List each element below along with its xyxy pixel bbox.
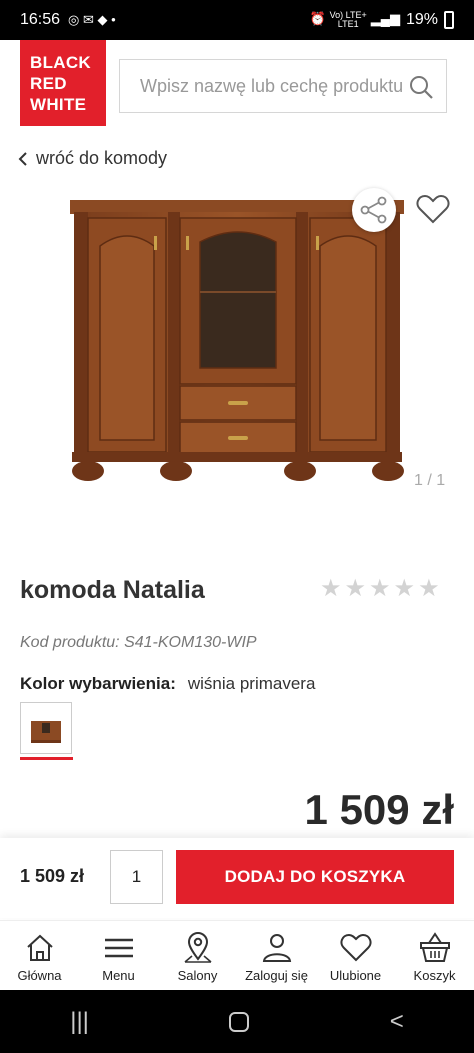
nav-item-cart[interactable]: Koszyk	[395, 921, 474, 990]
alarm-icon: ⏰	[309, 11, 326, 26]
battery-icon	[444, 11, 454, 29]
nav-label: Koszyk	[413, 968, 456, 983]
home-circle-icon[interactable]	[229, 1011, 250, 1032]
network-icons: ⏰ Vo) LTE+ LTE1 ▂▄▆	[309, 11, 400, 29]
nav-label: Zaloguj się	[245, 968, 308, 983]
lte-icon: Vo) LTE+ LTE1	[329, 10, 367, 29]
product-image[interactable]	[68, 196, 408, 486]
gallery-counter: 1 / 1	[414, 472, 446, 489]
logo-line-2: RED	[30, 74, 67, 93]
user-icon	[262, 934, 291, 962]
map-pin-icon	[183, 932, 212, 963]
heart-icon	[416, 194, 450, 224]
notification-icons: ◎ ✉ ◆ •	[68, 12, 116, 27]
nav-item-home[interactable]: Główna	[0, 921, 79, 990]
signal-icon: ▂▄▆	[370, 11, 400, 26]
buy-bar-price: 1 509 zł	[20, 866, 85, 886]
quantity-input[interactable]: 1	[110, 850, 163, 904]
nav-item-menu[interactable]: Menu	[79, 921, 158, 990]
rating-stars[interactable]: ★ ★ ★ ★ ★	[320, 574, 440, 603]
back-chevron-icon[interactable]: <	[390, 1008, 404, 1036]
color-row: Kolor wybarwienia: wiśnia primavera	[20, 674, 315, 694]
nav-label: Główna	[17, 968, 62, 983]
chevron-left-icon	[18, 151, 27, 166]
color-label: Kolor wybarwienia:	[20, 674, 176, 693]
logo-line-1: BLACK	[30, 53, 91, 72]
add-to-cart-button[interactable]: DODAJ DO KOSZYKA	[176, 850, 454, 904]
swatch-thumbnail	[31, 721, 61, 743]
status-bar: 16:56 ◎ ✉ ◆ • ⏰ Vo) LTE+ LTE1 ▂▄▆ 19%	[0, 0, 474, 40]
nav-item-favorites[interactable]: Ulubione	[316, 921, 395, 990]
recent-apps-icon[interactable]: |||	[70, 1008, 89, 1036]
brand-logo[interactable]: BLACK RED WHITE	[20, 40, 106, 126]
product-title: komoda Natalia	[20, 576, 205, 604]
product-code-value: S41-KOM130-WIP	[124, 634, 257, 651]
status-right: ⏰ Vo) LTE+ LTE1 ▂▄▆ 19%	[309, 11, 454, 29]
favorite-button[interactable]	[414, 190, 452, 228]
bottom-nav: Główna Menu Salony Zaloguj się Ulubione	[0, 920, 474, 990]
basket-icon	[419, 932, 450, 962]
back-link[interactable]: wróć do komody	[18, 148, 167, 169]
android-nav-bar: ||| <	[0, 990, 474, 1053]
star-icon: ★	[320, 575, 342, 602]
share-button[interactable]	[352, 188, 396, 232]
star-icon: ★	[344, 575, 367, 602]
product-code-label: Kod produktu:	[20, 634, 120, 651]
menu-icon	[104, 938, 133, 958]
star-icon: ★	[393, 575, 416, 602]
logo-line-3: WHITE	[30, 95, 87, 114]
search-input[interactable]: Wpisz nazwę lub cechę produktu	[119, 59, 447, 113]
home-icon	[26, 934, 53, 961]
product-price: 1 509 zł	[304, 786, 454, 833]
nav-label: Salony	[177, 968, 218, 983]
color-value: wiśnia primavera	[187, 674, 316, 693]
star-icon: ★	[418, 575, 440, 602]
battery-percent: 19%	[405, 11, 438, 28]
status-left: 16:56 ◎ ✉ ◆ •	[20, 11, 116, 29]
nav-item-stores[interactable]: Salony	[158, 921, 237, 990]
search-icon[interactable]	[408, 74, 434, 100]
share-icon	[360, 196, 387, 224]
back-link-label: wróć do komody	[36, 148, 168, 168]
buy-bar: 1 509 zł 1 DODAJ DO KOSZYKA	[0, 838, 474, 918]
nav-item-login[interactable]: Zaloguj się	[237, 921, 316, 990]
nav-label: Menu	[102, 968, 135, 983]
product-code: Kod produktu: S41-KOM130-WIP	[20, 634, 257, 652]
heart-icon	[340, 933, 371, 962]
status-time: 16:56	[20, 11, 61, 28]
swatch-selected-indicator	[20, 757, 73, 760]
star-icon: ★	[369, 575, 391, 602]
search-placeholder: Wpisz nazwę lub cechę produktu	[140, 75, 404, 96]
nav-label: Ulubione	[329, 968, 382, 983]
color-swatch[interactable]	[20, 702, 72, 754]
